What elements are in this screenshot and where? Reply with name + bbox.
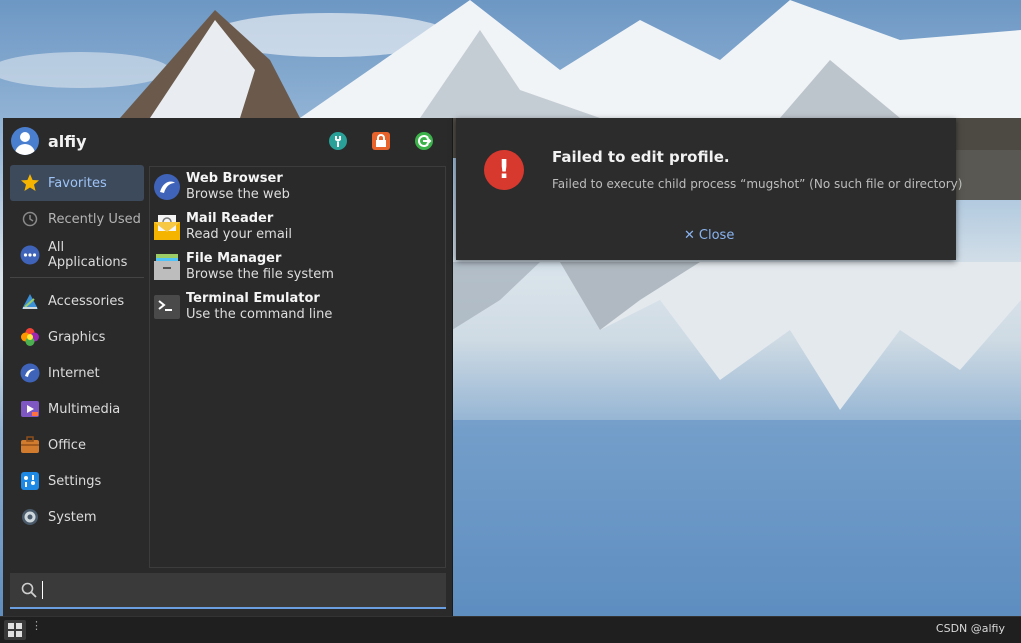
app-web-browser[interactable]: Web Browser Browse the web [150, 167, 445, 207]
category-sidebar: Favorites Recently Used All Applications… [10, 165, 144, 535]
user-avatar-icon[interactable] [11, 127, 39, 155]
file-manager-icon [154, 254, 180, 280]
logout-icon[interactable] [413, 130, 434, 151]
app-file-manager[interactable]: File Manager Browse the file system [150, 247, 445, 287]
grid-square [8, 631, 14, 637]
error-dialog: ! Failed to edit profile. Failed to exec… [456, 118, 962, 260]
category-all-applications[interactable]: All Applications [10, 237, 144, 273]
error-icon: ! [484, 150, 524, 190]
category-internet[interactable]: Internet [10, 355, 144, 391]
category-label: System [48, 509, 97, 525]
watermark: CSDN @alfiy [935, 622, 1005, 635]
search-input[interactable] [49, 581, 443, 599]
web-browser-icon [154, 174, 180, 200]
text-cursor [42, 581, 43, 599]
category-office[interactable]: Office [10, 427, 144, 463]
category-label: All Applications [48, 240, 128, 270]
dialog-message: Failed to execute child process “mugshot… [552, 177, 963, 191]
category-system[interactable]: System [10, 499, 144, 535]
category-recently-used[interactable]: Recently Used [10, 201, 144, 237]
dialog-title: Failed to edit profile. [552, 148, 730, 166]
app-mail-reader[interactable]: Mail Reader Read your email [150, 207, 445, 247]
app-description: Use the command line [186, 307, 333, 322]
system-gear-icon [20, 507, 40, 527]
settings-icon [20, 471, 40, 491]
application-list: Web Browser Browse the web Mail Reader Rea… [149, 166, 446, 568]
star-icon [20, 173, 40, 193]
close-button[interactable]: ✕ Close [684, 228, 734, 243]
close-icon: ✕ [684, 228, 695, 243]
whisker-menu-button[interactable] [4, 620, 26, 640]
category-label: Favorites [48, 175, 107, 191]
internet-icon [20, 363, 40, 383]
more-dots-icon [20, 245, 40, 265]
app-description: Browse the web [186, 187, 290, 202]
lock-screen-icon[interactable] [370, 130, 391, 151]
category-label: Settings [48, 473, 102, 489]
mail-reader-icon [154, 215, 180, 240]
terminal-icon [154, 295, 180, 319]
menu-actions [327, 130, 434, 151]
search-icon [21, 582, 37, 598]
briefcase-icon [20, 435, 40, 455]
category-accessories[interactable]: Accessories [10, 283, 144, 319]
category-label: Graphics [48, 329, 106, 345]
graphics-icon [20, 327, 40, 347]
sidebar-divider [10, 277, 144, 278]
category-settings[interactable]: Settings [10, 463, 144, 499]
panel-handle-icon[interactable]: ⋮ [31, 620, 42, 631]
category-label: Multimedia [48, 401, 121, 417]
application-menu: alfiy Favorites Recently Used All Applic… [3, 118, 453, 616]
multimedia-icon [20, 399, 40, 419]
clock-icon [20, 209, 40, 229]
grid-square [8, 623, 14, 629]
app-name: Mail Reader [186, 211, 274, 226]
category-favorites[interactable]: Favorites [10, 165, 144, 201]
grid-square [16, 631, 22, 637]
app-name: Terminal Emulator [186, 291, 320, 306]
app-terminal-emulator[interactable]: Terminal Emulator Use the command line [150, 287, 445, 327]
category-label: Accessories [48, 293, 125, 309]
app-name: File Manager [186, 251, 282, 266]
app-description: Browse the file system [186, 267, 334, 282]
category-label: Internet [48, 365, 100, 381]
category-multimedia[interactable]: Multimedia [10, 391, 144, 427]
accessories-icon [20, 291, 40, 311]
category-label: Office [48, 437, 86, 453]
app-name: Web Browser [186, 171, 283, 186]
grid-square [16, 623, 22, 629]
settings-manager-icon[interactable] [327, 130, 348, 151]
search-bar[interactable] [10, 573, 446, 609]
taskbar: ⋮ CSDN @alfiy [0, 616, 1021, 643]
close-button-label: Close [698, 228, 735, 243]
user-row[interactable]: alfiy [11, 126, 87, 156]
category-graphics[interactable]: Graphics [10, 319, 144, 355]
username: alfiy [48, 131, 87, 151]
app-description: Read your email [186, 227, 293, 242]
category-label: Recently Used [48, 211, 141, 227]
